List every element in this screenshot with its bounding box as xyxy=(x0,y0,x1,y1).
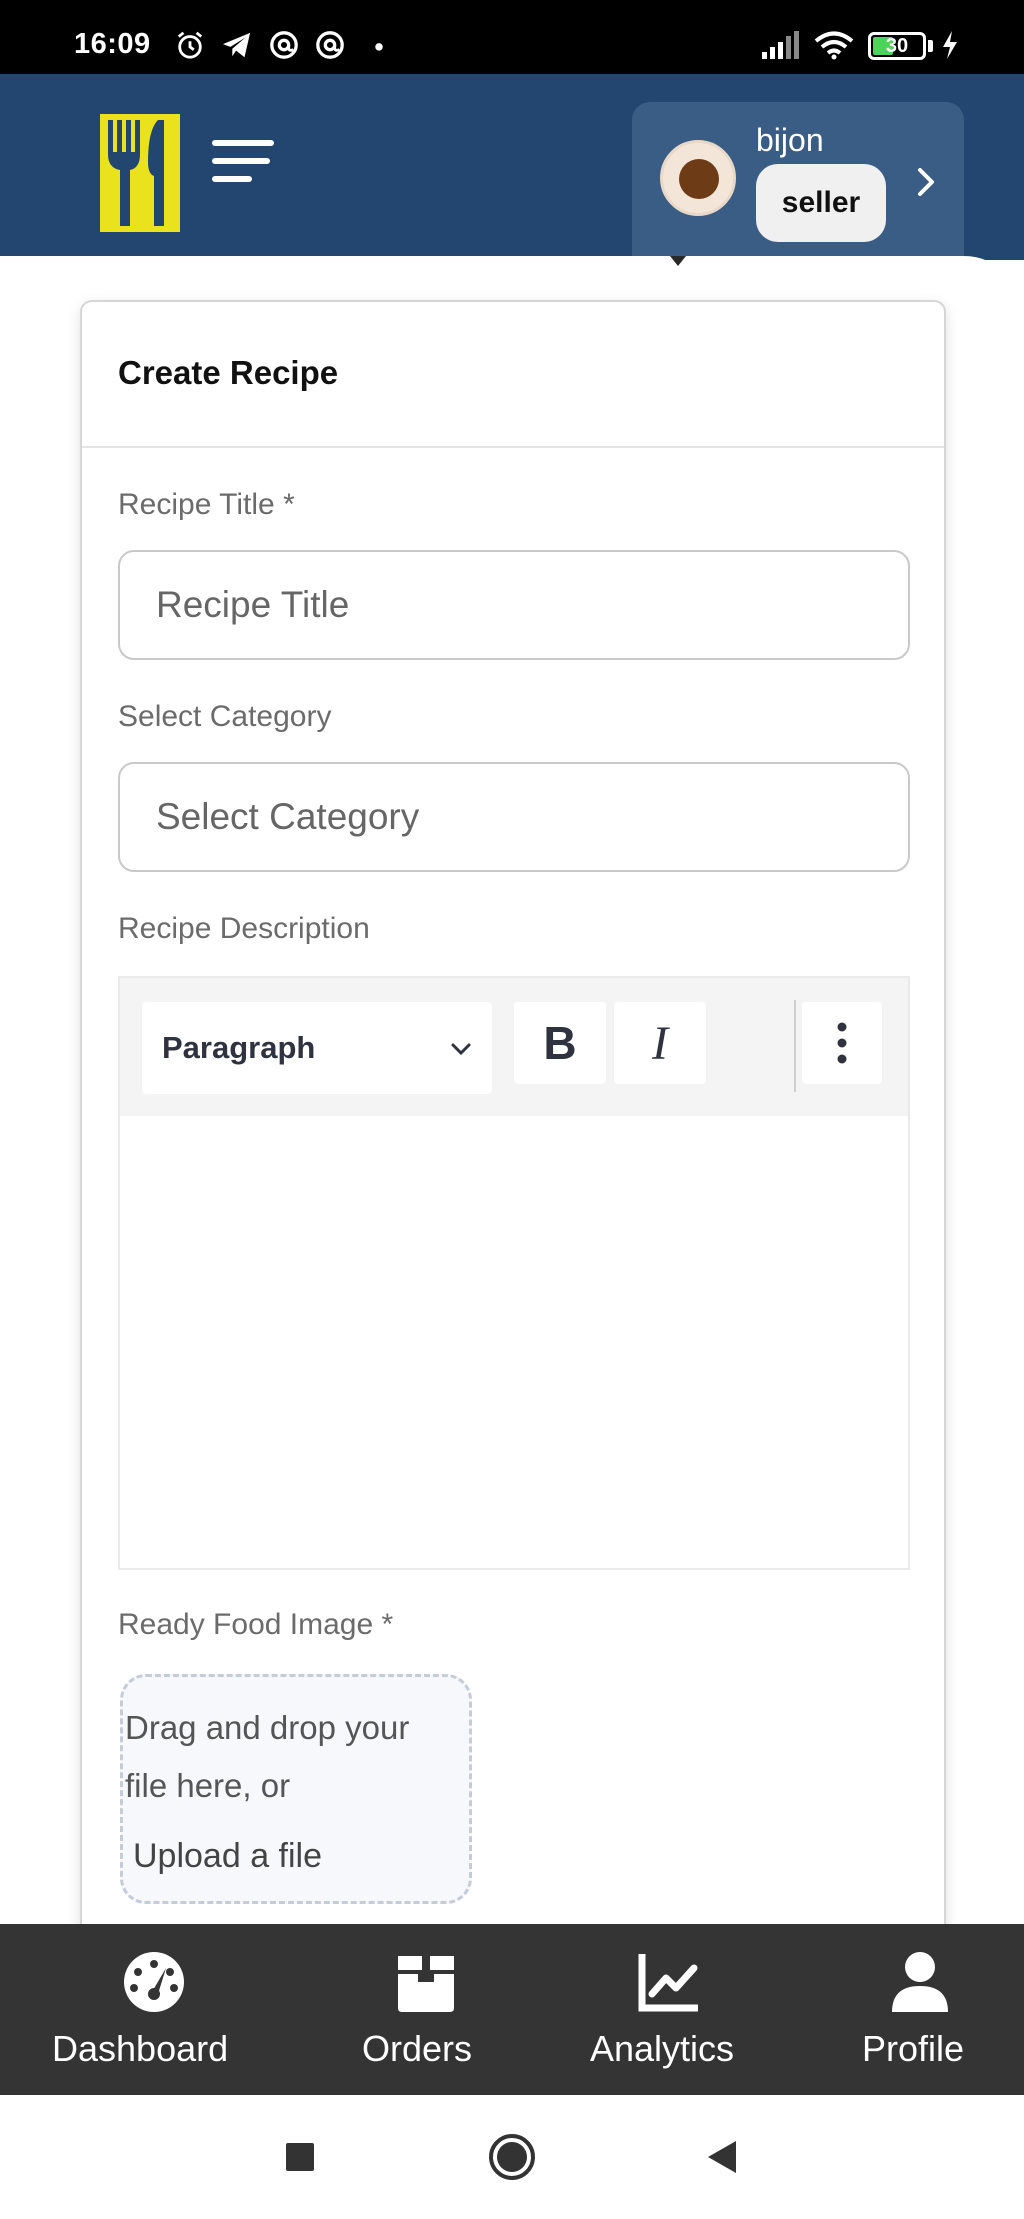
speedometer-icon xyxy=(124,1952,184,2012)
caret-down-icon xyxy=(670,256,686,266)
recipe-title-label: Recipe Title * xyxy=(118,488,295,521)
telegram-icon xyxy=(222,32,251,58)
bold-button[interactable]: B xyxy=(514,1002,606,1084)
nav-orders-label: Orders xyxy=(362,2028,473,2069)
bold-icon: B xyxy=(543,1017,577,1069)
italic-button[interactable]: I xyxy=(614,1002,706,1084)
at-sign-icon xyxy=(316,31,344,59)
italic-icon: I xyxy=(652,1016,668,1070)
nav-profile[interactable]: Profile xyxy=(840,1924,1024,2095)
rich-text-editor: Paragraph B I xyxy=(118,976,910,1570)
upload-file-link[interactable]: Upload a file xyxy=(133,1837,322,1876)
bottom-nav: Dashboard Orders Analytics Profile xyxy=(0,1924,1024,2095)
create-recipe-card: Create Recipe Recipe Title * Select Cate… xyxy=(80,300,946,2000)
recents-square-icon[interactable] xyxy=(284,2141,316,2173)
category-select[interactable] xyxy=(118,762,910,872)
charging-icon xyxy=(943,31,957,59)
paragraph-format-dropdown[interactable]: Paragraph xyxy=(142,1002,492,1094)
editor-toolbar: Paragraph B I xyxy=(120,978,908,1116)
status-bar: 16:09 30 xyxy=(0,0,1024,74)
box-icon xyxy=(398,1956,454,2012)
dot-icon xyxy=(375,43,383,51)
format-label: Paragraph xyxy=(162,1030,316,1065)
role-badge: seller xyxy=(756,164,886,242)
battery-tip xyxy=(928,40,933,52)
fork-knife-logo[interactable] xyxy=(100,114,180,232)
system-nav-bar xyxy=(0,2095,1024,2219)
avatar xyxy=(660,140,736,216)
avatar-food-image xyxy=(679,159,719,199)
food-image-label: Ready Food Image * xyxy=(118,1608,394,1641)
description-label: Recipe Description xyxy=(118,912,370,945)
more-vertical-icon xyxy=(837,1022,847,1064)
at-sign-icon xyxy=(270,31,298,59)
user-card[interactable]: bijon seller xyxy=(632,102,964,256)
wifi-icon xyxy=(814,31,854,60)
user-name: bijon xyxy=(756,122,824,158)
category-label: Select Category xyxy=(118,700,332,733)
divider xyxy=(82,446,944,448)
description-editor-area[interactable] xyxy=(120,1116,908,1568)
nav-analytics-label: Analytics xyxy=(590,2028,735,2069)
image-dropzone[interactable]: Drag and drop your file here, or Upload … xyxy=(120,1674,472,1904)
home-circle-icon[interactable] xyxy=(488,2133,536,2181)
status-time: 16:09 xyxy=(74,28,151,60)
chevron-down-icon xyxy=(451,1043,471,1056)
line-chart-icon xyxy=(638,1954,698,2012)
battery-level: 30 xyxy=(885,35,909,57)
nav-dashboard[interactable]: Dashboard xyxy=(0,1924,310,2095)
more-options-button[interactable] xyxy=(802,1002,882,1084)
signal-icon xyxy=(762,31,799,59)
nav-dashboard-label: Dashboard xyxy=(52,2028,229,2069)
back-triangle-icon[interactable] xyxy=(706,2139,738,2175)
user-icon xyxy=(892,1952,948,2012)
nav-profile-label: Profile xyxy=(862,2028,965,2069)
alarm-icon xyxy=(177,31,203,59)
battery-icon: 30 xyxy=(868,32,926,60)
page-title: Create Recipe xyxy=(118,354,339,391)
hamburger-menu-icon[interactable] xyxy=(212,140,274,192)
toolbar-separator xyxy=(794,1000,796,1092)
nav-orders[interactable]: Orders xyxy=(320,1924,530,2095)
chevron-right-icon[interactable] xyxy=(908,164,944,200)
nav-analytics[interactable]: Analytics xyxy=(570,1924,790,2095)
dropzone-text: Drag and drop your file here, or xyxy=(125,1709,410,1804)
recipe-title-input[interactable] xyxy=(118,550,910,660)
